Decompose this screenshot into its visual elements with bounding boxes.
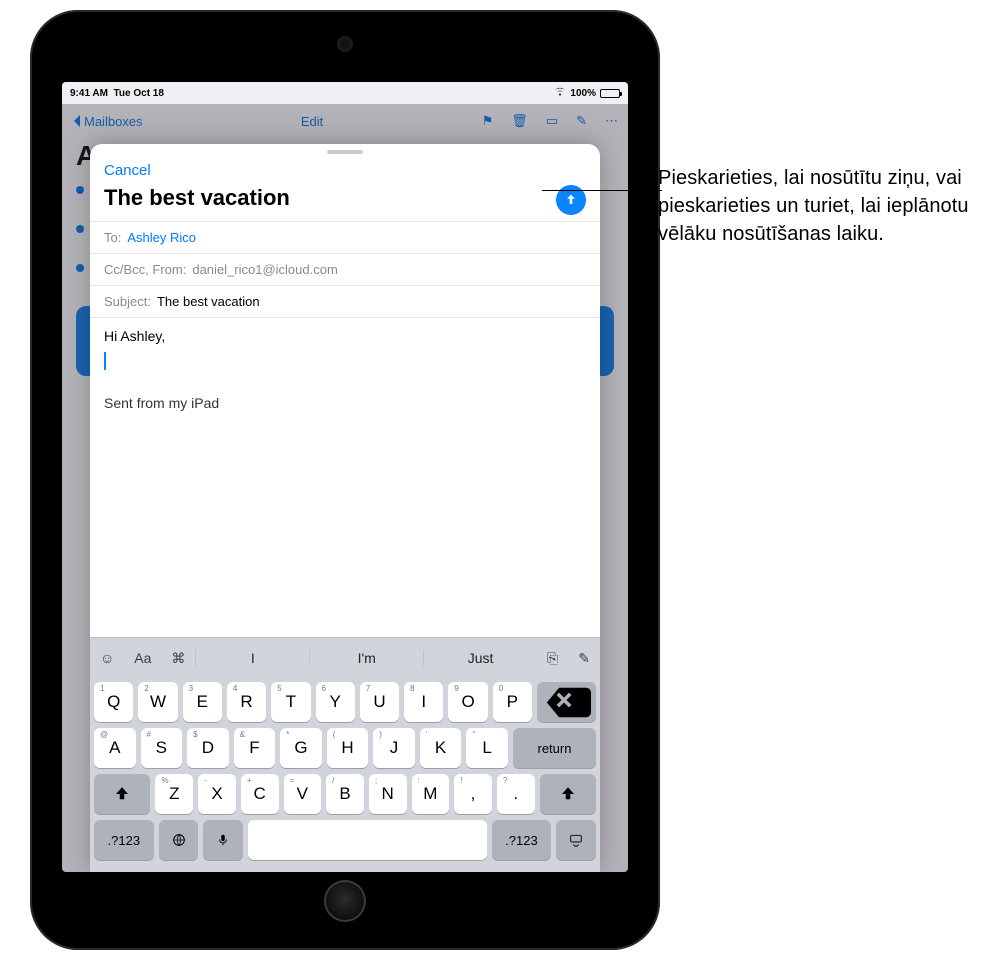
format-icon[interactable]: Aa — [124, 650, 161, 666]
to-field[interactable]: To: Ashley Rico — [90, 221, 600, 253]
key-s[interactable]: #S — [141, 728, 183, 768]
numbers-key[interactable]: .?123 — [492, 820, 552, 860]
key-k[interactable]: 'K — [420, 728, 462, 768]
key-g[interactable]: *G — [280, 728, 322, 768]
key-f[interactable]: &F — [234, 728, 276, 768]
suggestion-2[interactable]: I'm — [309, 650, 423, 666]
key-t[interactable]: 5T — [271, 682, 310, 722]
key-n[interactable]: ;N — [369, 774, 407, 814]
key-v[interactable]: =V — [284, 774, 322, 814]
wifi-icon — [554, 87, 566, 99]
markup-icon[interactable]: ✎ — [568, 650, 600, 667]
compose-body[interactable]: Hi Ashley, Sent from my iPad — [90, 317, 600, 637]
from-value: daniel_rico1@icloud.com — [192, 262, 337, 277]
keyboard-suggestion-bar: ☺︎ Aa ⌘ I I'm Just ⎘ ✎ — [90, 638, 600, 678]
key-p[interactable]: 0P — [493, 682, 532, 722]
shift-key[interactable] — [540, 774, 597, 814]
key-j[interactable]: )J — [373, 728, 415, 768]
ipad-frame: 9:41 AM Tue Oct 18 100% Mailboxes — [30, 10, 660, 950]
key-b[interactable]: /B — [326, 774, 364, 814]
key-q[interactable]: 1Q — [94, 682, 133, 722]
key-z[interactable]: %Z — [155, 774, 193, 814]
key-w[interactable]: 2W — [138, 682, 177, 722]
numbers-key[interactable]: .?123 — [94, 820, 154, 860]
body-greeting: Hi Ashley, — [104, 328, 586, 344]
key-m[interactable]: :M — [412, 774, 450, 814]
ccbcc-field[interactable]: Cc/Bcc, From: daniel_rico1@icloud.com — [90, 253, 600, 285]
backspace-key[interactable] — [537, 682, 596, 722]
status-right: 100% — [554, 87, 620, 99]
to-value[interactable]: Ashley Rico — [127, 230, 196, 245]
status-bar: 9:41 AM Tue Oct 18 100% — [62, 82, 628, 104]
key-,[interactable]: !, — [454, 774, 492, 814]
camera-icon[interactable]: ⌘ — [161, 650, 195, 667]
subject-label: Subject: — [104, 294, 151, 309]
key-e[interactable]: 3E — [183, 682, 222, 722]
key-c[interactable]: +C — [241, 774, 279, 814]
front-camera — [340, 39, 350, 49]
cancel-button[interactable]: Cancel — [104, 162, 151, 179]
signature: Sent from my iPad — [104, 395, 586, 411]
hide-keyboard-key[interactable] — [556, 820, 596, 860]
key-i[interactable]: 8I — [404, 682, 443, 722]
suggestion-3[interactable]: Just — [423, 650, 537, 666]
key-l[interactable]: "L — [466, 728, 508, 768]
shift-key[interactable] — [94, 774, 151, 814]
ipad-inner: 9:41 AM Tue Oct 18 100% Mailboxes — [48, 28, 642, 932]
keyboard: ☺︎ Aa ⌘ I I'm Just ⎘ ✎ 1Q2W3E4R5T6Y7U8I9… — [90, 637, 600, 872]
key-y[interactable]: 6Y — [316, 682, 355, 722]
key-.[interactable]: ?. — [497, 774, 535, 814]
screen: 9:41 AM Tue Oct 18 100% Mailboxes — [62, 82, 628, 872]
key-d[interactable]: $D — [187, 728, 229, 768]
text-caret — [104, 352, 106, 370]
key-x[interactable]: -X — [198, 774, 236, 814]
compose-sheet: Cancel The best vacation To: Ashley Rico… — [90, 144, 600, 872]
suggestion-1[interactable]: I — [195, 650, 309, 666]
subject-value[interactable]: The best vacation — [157, 294, 260, 309]
key-a[interactable]: @A — [94, 728, 136, 768]
battery-icon — [600, 89, 620, 98]
ccbcc-label: Cc/Bcc, From: — [104, 262, 186, 277]
key-u[interactable]: 7U — [360, 682, 399, 722]
emoji-icon[interactable]: ☺︎ — [90, 650, 124, 666]
key-h[interactable]: (H — [327, 728, 369, 768]
battery-pct: 100% — [570, 88, 596, 99]
subject-field[interactable]: Subject: The best vacation — [90, 285, 600, 317]
status-time: 9:41 AM Tue Oct 18 — [70, 88, 164, 99]
space-key[interactable] — [248, 820, 487, 860]
callout-text: Pieskarieties, lai nosūtītu ziņu, vai pi… — [658, 164, 978, 248]
key-r[interactable]: 4R — [227, 682, 266, 722]
home-button[interactable] — [324, 880, 366, 922]
globe-key[interactable] — [159, 820, 199, 860]
scan-icon[interactable]: ⎘ — [537, 650, 568, 667]
dictate-key[interactable] — [203, 820, 243, 860]
callout-leader — [542, 190, 662, 191]
key-o[interactable]: 9O — [448, 682, 487, 722]
to-label: To: — [104, 230, 121, 245]
keyboard-keys: 1Q2W3E4R5T6Y7U8I9O0P @A#S$D&F*G(H)J'K"Lr… — [90, 678, 600, 872]
return-key[interactable]: return — [513, 728, 596, 768]
compose-title: The best vacation — [90, 179, 304, 221]
